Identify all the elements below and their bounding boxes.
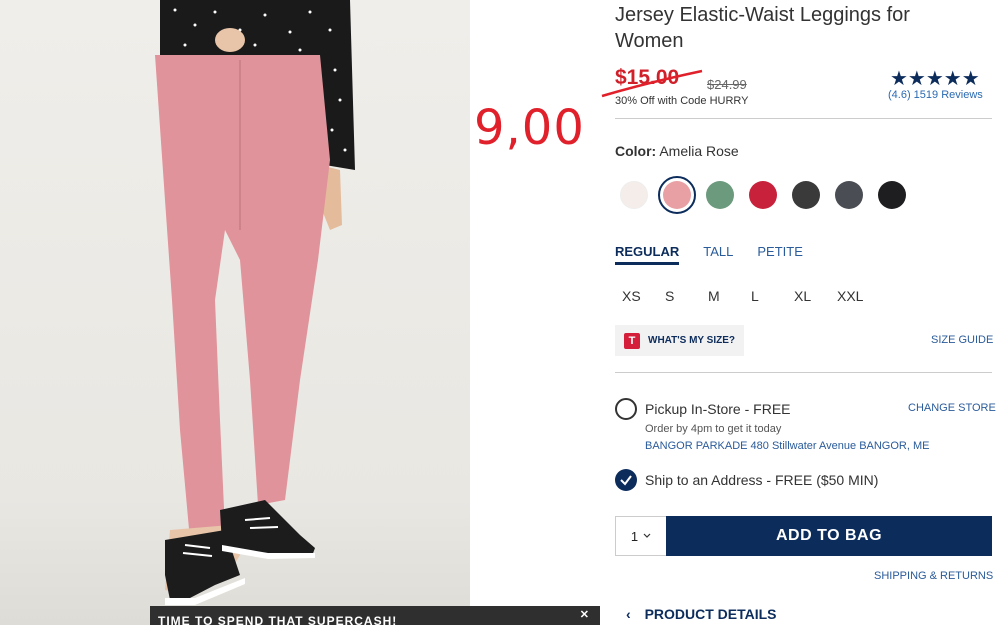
- pickup-radio[interactable]: [615, 398, 637, 420]
- size-option-m[interactable]: M: [708, 288, 751, 304]
- product-title: Jersey Elastic-Waist Leggings for Women: [615, 4, 910, 52]
- chevron-down-icon: [643, 533, 651, 538]
- color-swatch[interactable]: [878, 181, 906, 209]
- ship-radio[interactable]: [615, 469, 637, 491]
- product-page: 9,00 TIME TO SPEND THAT SUPERCASH! ✕ Jer…: [0, 0, 996, 625]
- promo-banner-text: TIME TO SPEND THAT SUPERCASH!: [158, 614, 398, 625]
- quantity-value: 1: [630, 528, 639, 544]
- color-swatch[interactable]: [620, 181, 648, 209]
- color-swatch[interactable]: [706, 181, 734, 209]
- tab-petite[interactable]: PETITE: [757, 244, 803, 265]
- size-option-xs[interactable]: XS: [622, 288, 665, 304]
- product-details-toggle[interactable]: ‹ PRODUCT DETAILS: [626, 606, 777, 622]
- size-options: XS S M L XL XXL: [622, 288, 880, 304]
- whats-my-size-button[interactable]: T WHAT'S MY SIZE?: [615, 325, 744, 356]
- tab-tall[interactable]: TALL: [703, 244, 733, 265]
- color-swatch[interactable]: [749, 181, 777, 209]
- fit-tabs: REGULAR TALL PETITE: [615, 244, 803, 265]
- original-price: $24.99: [707, 77, 747, 92]
- checkmark-icon: [620, 475, 632, 486]
- chevron-left-icon: ‹: [626, 606, 631, 622]
- tab-regular[interactable]: REGULAR: [615, 244, 680, 265]
- size-option-xl[interactable]: XL: [794, 288, 837, 304]
- reviews-link[interactable]: (4.6) 1519 Reviews: [888, 89, 983, 101]
- true-fit-icon: T: [624, 332, 640, 349]
- pickup-label: Pickup In-Store - FREE: [645, 401, 791, 417]
- color-label: Color: Amelia Rose: [615, 143, 739, 159]
- color-swatch[interactable]: [835, 181, 863, 209]
- product-details-label: PRODUCT DETAILS: [644, 606, 777, 622]
- store-address-link[interactable]: BANGOR PARKADE 480 Stillwater Avenue BAN…: [645, 440, 929, 452]
- product-image[interactable]: [0, 0, 470, 625]
- color-swatch[interactable]: [792, 181, 820, 209]
- color-label-heading: Color:: [615, 143, 657, 159]
- color-swatch[interactable]: [658, 176, 696, 214]
- size-guide-link[interactable]: SIZE GUIDE: [931, 334, 993, 346]
- size-option-l[interactable]: L: [751, 288, 794, 304]
- change-store-link[interactable]: CHANGE STORE: [908, 402, 996, 414]
- whats-my-size-label: WHAT'S MY SIZE?: [648, 335, 736, 346]
- color-swatches: [620, 176, 906, 214]
- order-by-text: Order by 4pm to get it today: [645, 423, 782, 435]
- handwritten-price-annotation: 9,00: [474, 100, 585, 156]
- size-option-xxl[interactable]: XXL: [837, 288, 880, 304]
- divider: [615, 118, 992, 119]
- ship-label: Ship to an Address - FREE ($50 MIN): [645, 472, 879, 488]
- promo-code-text: 30% Off with Code HURRY: [615, 95, 749, 107]
- star-rating[interactable]: ★★★★★: [890, 66, 980, 91]
- model-illustration: [155, 0, 355, 605]
- shipping-returns-link[interactable]: SHIPPING & RETURNS: [874, 570, 993, 582]
- size-option-s[interactable]: S: [665, 288, 708, 304]
- quantity-select[interactable]: 1: [615, 516, 667, 556]
- close-icon[interactable]: ✕: [580, 608, 590, 621]
- color-selected-name: Amelia Rose: [659, 143, 739, 159]
- add-to-bag-button[interactable]: ADD TO BAG: [666, 516, 992, 556]
- promo-banner[interactable]: TIME TO SPEND THAT SUPERCASH! ✕: [150, 606, 600, 625]
- divider: [615, 372, 992, 373]
